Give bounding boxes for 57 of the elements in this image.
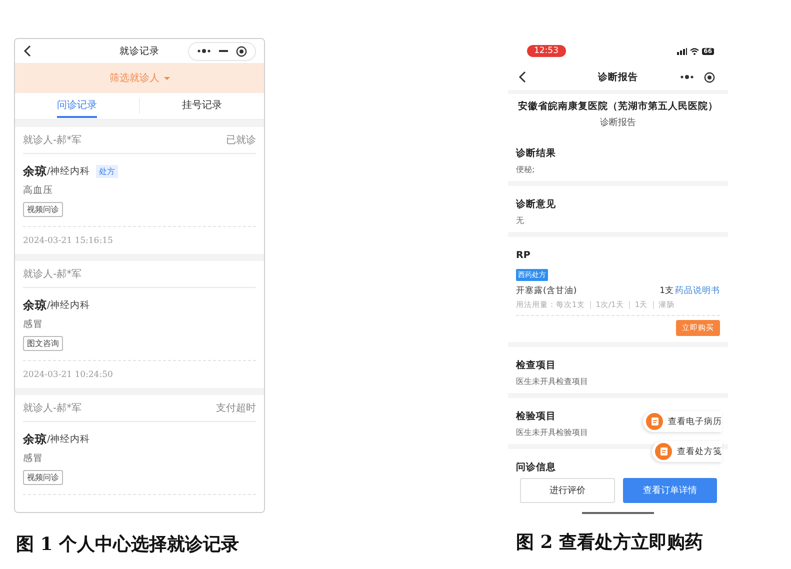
wifi-icon: [690, 48, 699, 54]
floating-button[interactable]: 查看处方笺: [652, 441, 722, 462]
section-heading: RP: [516, 250, 530, 261]
page-title: 就诊记录: [120, 46, 160, 56]
hospital-name: 安徽省皖南康复医院（芜湖市第五人民医院）: [518, 101, 718, 112]
floating-button[interactable]: 查看电子病历: [643, 411, 722, 432]
consult-type-tag: 图文咨询: [23, 336, 63, 351]
section-heading: 问诊信息: [516, 461, 556, 474]
more-icon[interactable]: [680, 74, 694, 80]
section-heading: 诊断意见: [516, 198, 556, 211]
section-heading: 诊断结果: [516, 147, 556, 160]
department: /神经内科: [47, 165, 90, 178]
document-icon: [655, 443, 672, 460]
section-text: 医生未开具检查项目: [516, 377, 588, 386]
signal-icon: [676, 48, 687, 54]
consult-type-tag: 视频问诊: [23, 470, 63, 485]
consult-type-tag: 视频问诊: [23, 202, 63, 217]
document-icon: [646, 413, 663, 430]
patient-name: 就诊人-郝*军: [23, 134, 82, 147]
doctor-name: 余琼: [23, 432, 47, 447]
report-subtitle: 诊断报告: [600, 118, 636, 128]
figure-caption: 图 1 个人中心选择就诊记录: [16, 534, 240, 555]
section-heading: 检查项目: [516, 359, 556, 372]
figure-caption: 图 2 查看处方立即购药: [516, 532, 704, 553]
diagnosis: 感冒: [23, 453, 43, 464]
order-details-button[interactable]: 查看订单详情: [622, 478, 717, 503]
section-text: 医生未开具检验项目: [516, 428, 588, 437]
record-time: 2024-03-21 10:24:50: [23, 370, 113, 380]
section-text: 便秘;: [516, 165, 535, 174]
diagnosis: 感冒: [23, 319, 43, 330]
doctor-name: 余琼: [23, 164, 47, 179]
back-icon[interactable]: [23, 45, 31, 57]
patient-name: 就诊人-郝*军: [23, 268, 82, 281]
record-status: 支付超时: [216, 402, 256, 415]
patient-name: 就诊人-郝*军: [23, 402, 82, 415]
tab[interactable]: 问诊记录: [57, 94, 97, 118]
tab[interactable]: 挂号记录: [182, 94, 222, 118]
record-time: 2024-03-21 15:16:15: [23, 236, 113, 246]
record-status: 已就诊: [226, 134, 256, 147]
section-heading: 检验项目: [516, 410, 556, 423]
close-target-icon[interactable]: [236, 46, 247, 56]
review-button[interactable]: 进行评价: [520, 478, 614, 503]
diagnosis: 高血压: [23, 185, 53, 196]
more-icon[interactable]: [197, 48, 211, 54]
drug-leaflet-link[interactable]: 药品说明书: [675, 286, 720, 296]
status-time: 12:53: [527, 45, 566, 57]
home-indicator: [582, 512, 654, 514]
department: /神经内科: [47, 299, 90, 312]
drug-name: 开塞露(含甘油): [516, 285, 577, 297]
drug-quantity: 1支: [660, 286, 674, 296]
back-icon[interactable]: [518, 71, 526, 83]
close-target-icon[interactable]: [704, 72, 715, 82]
prescription-badge: 处方: [96, 165, 118, 178]
doctor-name: 余琼: [23, 298, 47, 313]
section-text: 无: [516, 216, 524, 225]
page-title: 诊断报告: [598, 72, 638, 82]
department: /神经内科: [47, 433, 90, 446]
